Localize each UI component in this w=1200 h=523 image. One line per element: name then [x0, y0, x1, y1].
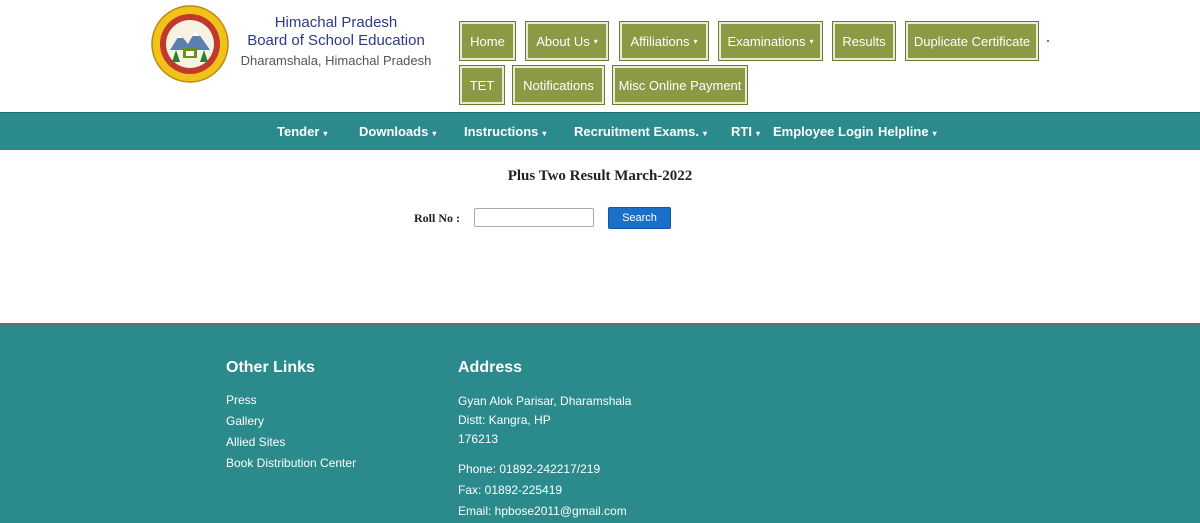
site-header: Himachal Pradesh Board of School Educati…: [0, 0, 1200, 112]
org-name-line1: Himachal Pradesh: [274, 14, 398, 31]
nav-notifications-button[interactable]: Notifications: [512, 65, 605, 105]
search-button[interactable]: Search: [608, 207, 671, 229]
nav-results-label: Results: [842, 33, 886, 49]
nav-home-label: Home: [470, 33, 505, 49]
menu-employee-login[interactable]: Employee Login: [773, 113, 873, 151]
contact-fax: Fax: 01892-225419: [458, 483, 563, 497]
roll-no-input[interactable]: [474, 208, 594, 227]
nav-tet-button[interactable]: TET: [459, 65, 505, 105]
footer-link-book-distribution-center[interactable]: Book Distribution Center: [226, 456, 356, 470]
menu-employee-login-label: Employee Login: [773, 124, 874, 139]
page-title: Plus Two Result March-2022: [507, 168, 693, 184]
nav-misc-online-payment-button[interactable]: Misc Online Payment: [612, 65, 748, 105]
nav-tet-label: TET: [469, 77, 495, 93]
menu-recruitment-exams-label: Recruitment Exams.: [574, 124, 699, 139]
footer-link-press[interactable]: Press: [226, 393, 257, 407]
org-location: Dharamshala, Himachal Pradesh: [240, 53, 432, 68]
nav-duplicate-certificate-label: Duplicate Certificate: [913, 33, 1031, 49]
menu-helpline[interactable]: Helpline ▾: [878, 113, 937, 151]
other-links-heading: Other Links: [226, 359, 315, 376]
footer-link-allied-sites[interactable]: Allied Sites: [226, 435, 285, 449]
chevron-down-icon: ▾: [432, 129, 437, 138]
chevron-down-icon: ▾: [809, 36, 814, 46]
menu-tender[interactable]: Tender ▾: [277, 113, 327, 151]
org-name-line2: Board of School Education: [247, 32, 425, 49]
nav-affiliations-button[interactable]: Affiliations ▾: [619, 21, 709, 61]
nav-results-button[interactable]: Results: [832, 21, 896, 61]
menu-recruitment-exams[interactable]: Recruitment Exams. ▾: [574, 113, 707, 151]
nav-affiliations-label: Affiliations: [630, 33, 690, 49]
chevron-down-icon: ▾: [323, 129, 328, 138]
nav-duplicate-certificate-button[interactable]: Duplicate Certificate: [905, 21, 1039, 61]
chevron-down-icon: ▾: [593, 36, 598, 46]
nav-home-button[interactable]: Home: [459, 21, 516, 61]
nav-examinations-button[interactable]: Examinations ▾: [718, 21, 823, 61]
menu-downloads-label: Downloads: [359, 124, 429, 139]
address-line2: Distt: Kangra, HP: [458, 413, 551, 427]
nav-examinations-label: Examinations: [727, 33, 806, 49]
org-name: Himachal Pradesh Board of School Educati…: [236, 14, 436, 70]
nav-about-us-label: About Us: [536, 33, 590, 49]
footer-link-gallery[interactable]: Gallery: [226, 414, 264, 428]
contact-phone: Phone: 01892-242217/219: [458, 462, 601, 476]
menu-tender-label: Tender: [277, 124, 320, 139]
address-line1: Gyan Alok Parisar, Dharamshala: [458, 394, 632, 408]
menu-rti-label: RTI: [731, 124, 752, 139]
chevron-down-icon: ▾: [755, 129, 760, 138]
contact-email[interactable]: Email: hpbose2011@gmail.com: [458, 504, 627, 518]
chevron-down-icon: ▾: [693, 36, 698, 46]
nav-about-us-button[interactable]: About Us ▾: [525, 21, 609, 61]
menu-instructions-label: Instructions: [464, 124, 539, 139]
menu-downloads[interactable]: Downloads ▾: [359, 113, 436, 151]
nav-notifications-label: Notifications: [523, 77, 594, 93]
menu-instructions[interactable]: Instructions ▾: [464, 113, 546, 151]
nav-misc-online-payment-label: Misc Online Payment: [618, 77, 742, 93]
menu-rti[interactable]: RTI ▾: [731, 113, 760, 151]
chevron-down-icon: ▾: [932, 129, 937, 138]
site-footer: Other Links Press Gallery Allied Sites B…: [0, 323, 1200, 523]
roll-no-label: Roll No :: [414, 211, 460, 225]
address-heading: Address: [458, 359, 523, 376]
address-pincode: 176213: [458, 432, 499, 446]
secondary-menu-bar: Tender ▾ Downloads ▾ Instructions ▾ Recruit…: [0, 112, 1200, 150]
chevron-down-icon: ▾: [703, 129, 708, 138]
chevron-down-icon: ▾: [542, 129, 547, 138]
board-logo-icon[interactable]: [150, 4, 230, 84]
menu-helpline-label: Helpline: [878, 124, 929, 139]
separator-dot: [1047, 40, 1049, 42]
